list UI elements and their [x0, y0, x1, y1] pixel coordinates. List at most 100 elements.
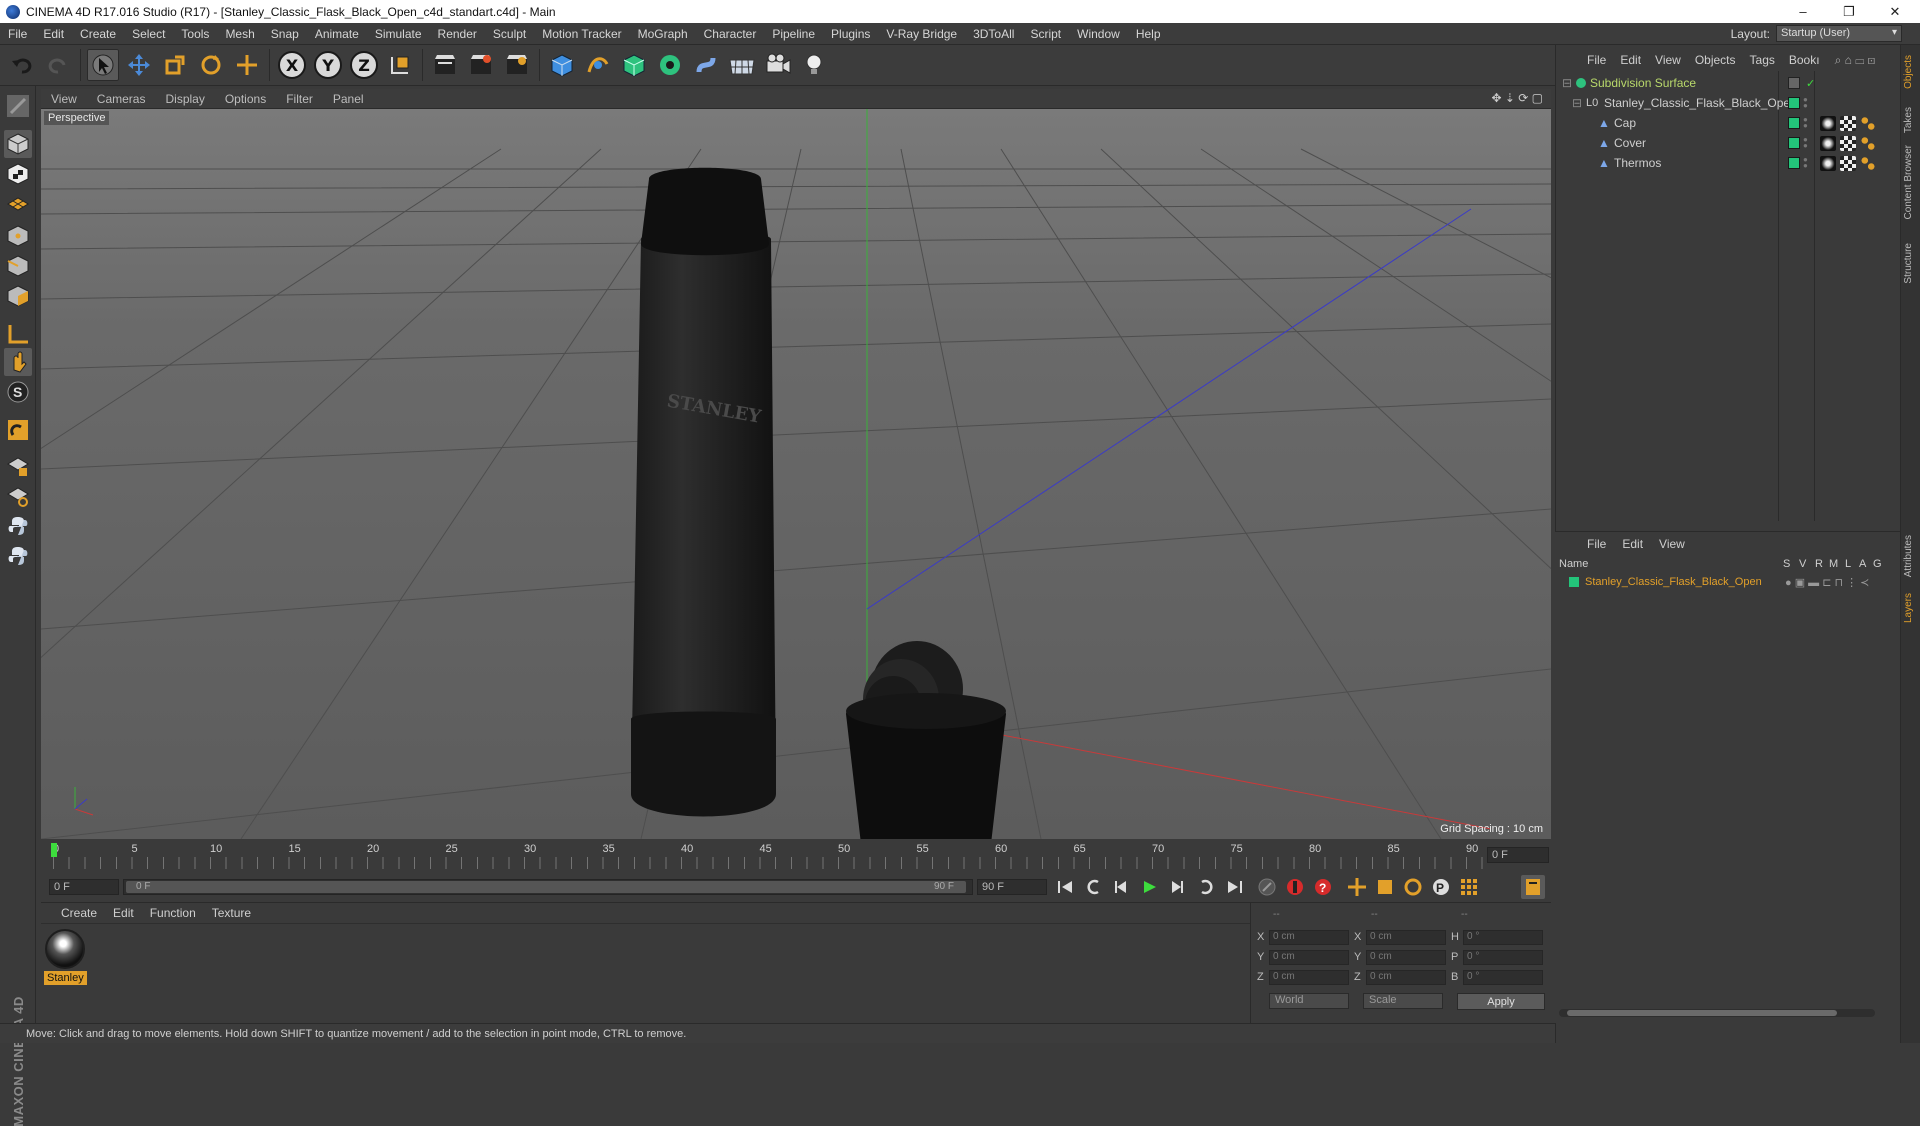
- pen-icon[interactable]: [582, 49, 614, 81]
- collapse-toggle-icon[interactable]: ⊟: [1562, 76, 1572, 90]
- lm-menu-view[interactable]: View: [1651, 537, 1693, 551]
- undo-icon[interactable]: [6, 49, 38, 81]
- menu-sculpt[interactable]: Sculpt: [485, 27, 534, 41]
- material-label[interactable]: Stanley: [44, 971, 87, 985]
- om-menu-objects[interactable]: Objects: [1688, 53, 1743, 67]
- start-frame-field[interactable]: 0 F: [49, 879, 119, 895]
- keyframe-selection-icon[interactable]: ?: [1311, 875, 1335, 899]
- key-parameter-icon[interactable]: P: [1429, 875, 1453, 899]
- object-row-cap[interactable]: ▲ Cap ● ●: [1556, 113, 1901, 133]
- viewport-menu-options[interactable]: Options: [215, 92, 276, 106]
- tweak-mode-icon[interactable]: [4, 348, 32, 376]
- layout-dropdown[interactable]: Startup (User): [1776, 25, 1902, 42]
- locked-workplane-icon[interactable]: [4, 452, 32, 480]
- autokeying-icon[interactable]: [1283, 875, 1307, 899]
- play-icon[interactable]: [1137, 875, 1161, 899]
- size-x-field[interactable]: 0 cm: [1366, 929, 1446, 945]
- rotate-icon[interactable]: [195, 49, 227, 81]
- menu-motion-tracker[interactable]: Motion Tracker: [534, 27, 629, 41]
- menu-script[interactable]: Script: [1022, 27, 1069, 41]
- key-scale-icon[interactable]: [1373, 875, 1397, 899]
- edges-mode-icon[interactable]: [4, 252, 32, 280]
- timeline-ruler[interactable]: 051015202530354045505560657075808590 0 F: [41, 841, 1551, 871]
- visibility-dots-icon[interactable]: ● ●: [1803, 116, 1808, 130]
- restore-button[interactable]: ❐: [1826, 0, 1872, 23]
- record-keys-icon[interactable]: [1255, 875, 1279, 899]
- rotation-h-field[interactable]: 0 °: [1463, 929, 1543, 945]
- coordinate-space-dropdown[interactable]: World: [1269, 993, 1349, 1009]
- menu-edit[interactable]: Edit: [35, 27, 72, 41]
- om-menu-tags[interactable]: Tags: [1743, 53, 1782, 67]
- timeline-layout-icon[interactable]: [1521, 875, 1545, 899]
- scale-icon[interactable]: [159, 49, 191, 81]
- viewport-menu-panel[interactable]: Panel: [323, 92, 374, 106]
- selection-tag-icon[interactable]: [1860, 135, 1876, 151]
- menu-render[interactable]: Render: [430, 27, 485, 41]
- visibility-dots-icon[interactable]: ● ●: [1803, 136, 1808, 150]
- preview-range-slider[interactable]: 0 F 90 F: [123, 879, 973, 895]
- close-button[interactable]: ✕: [1872, 0, 1918, 23]
- transform-icon[interactable]: [231, 49, 263, 81]
- size-y-field[interactable]: 0 cm: [1366, 949, 1446, 965]
- om-menu-edit[interactable]: Edit: [1613, 53, 1648, 67]
- material-tag-icon[interactable]: [1820, 115, 1836, 131]
- workplane-mode-icon[interactable]: [4, 190, 32, 218]
- layer-color-flag[interactable]: [1788, 97, 1800, 109]
- texture-tag-icon[interactable]: [1840, 115, 1856, 131]
- goto-end-icon[interactable]: [1223, 875, 1247, 899]
- object-row-subdivision-surface[interactable]: ⊟ Subdivision Surface ✓: [1556, 73, 1901, 93]
- menu-mograph[interactable]: MoGraph: [630, 27, 696, 41]
- select-icon[interactable]: [87, 49, 119, 81]
- menu-help[interactable]: Help: [1128, 27, 1169, 41]
- perspective-viewport[interactable]: STANLEY Perspective Grid Spacing : 10 cm: [41, 109, 1551, 839]
- menu-tools[interactable]: Tools: [173, 27, 217, 41]
- make-editable-icon[interactable]: [4, 92, 32, 120]
- menu-create[interactable]: Create: [72, 27, 124, 41]
- layer-flags-icon[interactable]: ● ▣ ▬ ⊏ ⊓ ⋮ ≺: [1785, 576, 1869, 589]
- material-menu-texture[interactable]: Texture: [204, 906, 259, 920]
- magnet-icon[interactable]: [4, 416, 32, 444]
- layer-color-flag[interactable]: [1788, 157, 1800, 169]
- edit-render-settings-icon[interactable]: [501, 49, 533, 81]
- om-menu-bookmarks[interactable]: Bookı: [1782, 53, 1827, 67]
- object-row-thermos[interactable]: ▲ Thermos ● ●: [1556, 153, 1901, 173]
- render-picture-viewer-icon[interactable]: [465, 49, 497, 81]
- x-axis-icon[interactable]: X: [276, 49, 308, 81]
- collapse-toggle-icon[interactable]: ⊟: [1572, 96, 1582, 110]
- viewport-nav-icons[interactable]: ✥ ⇣ ⟳ ▢: [1491, 91, 1543, 105]
- points-mode-icon[interactable]: [4, 222, 32, 250]
- key-rotation-icon[interactable]: [1401, 875, 1425, 899]
- tab-structure[interactable]: Structure: [1903, 243, 1919, 284]
- snap-icon[interactable]: S: [4, 378, 32, 406]
- menu-snap[interactable]: Snap: [263, 27, 307, 41]
- menu-simulate[interactable]: Simulate: [367, 27, 430, 41]
- move-icon[interactable]: [123, 49, 155, 81]
- next-key-icon[interactable]: [1193, 875, 1217, 899]
- menu-select[interactable]: Select: [124, 27, 173, 41]
- tab-attributes[interactable]: Attributes: [1903, 535, 1919, 577]
- object-row-cover[interactable]: ▲ Cover ● ●: [1556, 133, 1901, 153]
- y-axis-icon[interactable]: Y: [312, 49, 344, 81]
- timeline-playhead[interactable]: [51, 843, 57, 857]
- menu-file[interactable]: File: [0, 27, 35, 41]
- apply-button[interactable]: Apply: [1457, 993, 1545, 1010]
- coordinate-system-icon[interactable]: [384, 49, 416, 81]
- tab-objects[interactable]: Objects: [1903, 55, 1919, 89]
- position-y-field[interactable]: 0 cm: [1269, 949, 1349, 965]
- menu-character[interactable]: Character: [696, 27, 765, 41]
- menu-pipeline[interactable]: Pipeline: [764, 27, 823, 41]
- previous-key-icon[interactable]: [1083, 875, 1107, 899]
- polygons-mode-icon[interactable]: [4, 282, 32, 310]
- deformer-icon[interactable]: [690, 49, 722, 81]
- material-menu-edit[interactable]: Edit: [105, 906, 142, 920]
- floor-icon[interactable]: [726, 49, 758, 81]
- cube-icon[interactable]: [546, 49, 578, 81]
- selection-tag-icon[interactable]: [1860, 115, 1876, 131]
- position-z-field[interactable]: 0 cm: [1269, 969, 1349, 985]
- rotation-p-field[interactable]: 0 °: [1463, 949, 1543, 965]
- redo-icon[interactable]: [42, 49, 74, 81]
- tab-layers[interactable]: Layers: [1903, 593, 1919, 623]
- visibility-flag-icon[interactable]: [1788, 77, 1800, 89]
- selection-tag-icon[interactable]: [1860, 155, 1876, 171]
- enabled-check-icon[interactable]: ✓: [1806, 77, 1815, 90]
